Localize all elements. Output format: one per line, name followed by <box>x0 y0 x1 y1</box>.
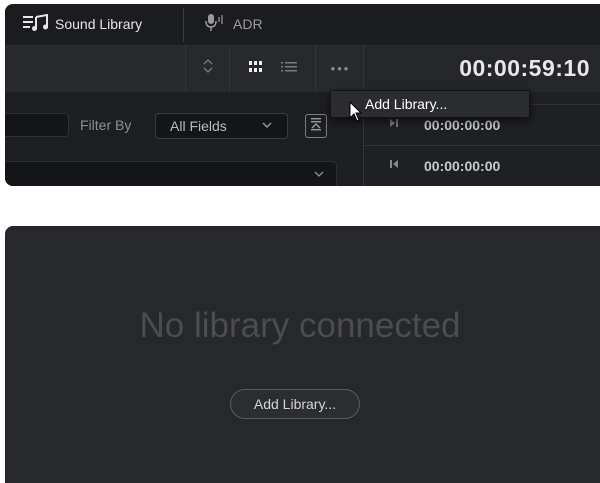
tab-sound-library-label: Sound Library <box>55 16 143 32</box>
sort-button[interactable] <box>185 45 229 92</box>
tab-divider <box>183 8 184 42</box>
library-path-select[interactable] <box>5 161 337 186</box>
add-library-button[interactable]: Add Library... <box>230 389 360 419</box>
cursor-icon <box>349 100 363 128</box>
menu-item-add-library[interactable]: Add Library... <box>365 96 447 112</box>
timecode-main: 00:00:59:10 <box>364 45 600 92</box>
more-icon: ••• <box>330 61 351 76</box>
play-in-icon[interactable] <box>364 118 424 131</box>
filter-by-label: Filter By <box>80 117 132 133</box>
list-view-icon[interactable] <box>280 60 297 78</box>
view-mode-group <box>229 45 315 92</box>
filter-field-value: All Fields <box>170 118 227 134</box>
timecode-in-value: 00:00:00:00 <box>424 116 501 133</box>
tab-adr-label: ADR <box>233 16 263 32</box>
more-button[interactable]: ••• <box>315 45 365 92</box>
timecode-row-start: 00:00:00:00 <box>364 145 600 185</box>
chevron-down-icon <box>314 168 324 183</box>
empty-state-title: No library connected <box>139 306 461 345</box>
empty-library-panel: No library connected Add Library... <box>5 226 600 483</box>
skip-back-icon[interactable] <box>364 159 424 172</box>
sound-library-panel: Sound Library ADR ••• 00:00:59:10 00:00:… <box>5 4 600 186</box>
chevron-down-icon <box>261 118 273 135</box>
sort-icon <box>203 58 213 79</box>
tab-bar: Sound Library ADR <box>5 4 600 44</box>
filter-row: Filter By All Fields <box>5 92 363 162</box>
collapse-button[interactable] <box>305 114 327 138</box>
microphone-icon <box>205 13 233 36</box>
filter-field-select[interactable]: All Fields <box>155 113 288 139</box>
timecode-start-value: 00:00:00:00 <box>424 157 501 174</box>
sound-library-icon <box>23 13 55 35</box>
collapse-icon <box>309 116 323 137</box>
tab-adr[interactable]: ADR <box>205 4 263 44</box>
grid-view-icon[interactable] <box>248 60 263 78</box>
tab-sound-library[interactable]: Sound Library <box>23 4 142 44</box>
search-input[interactable] <box>5 113 69 137</box>
